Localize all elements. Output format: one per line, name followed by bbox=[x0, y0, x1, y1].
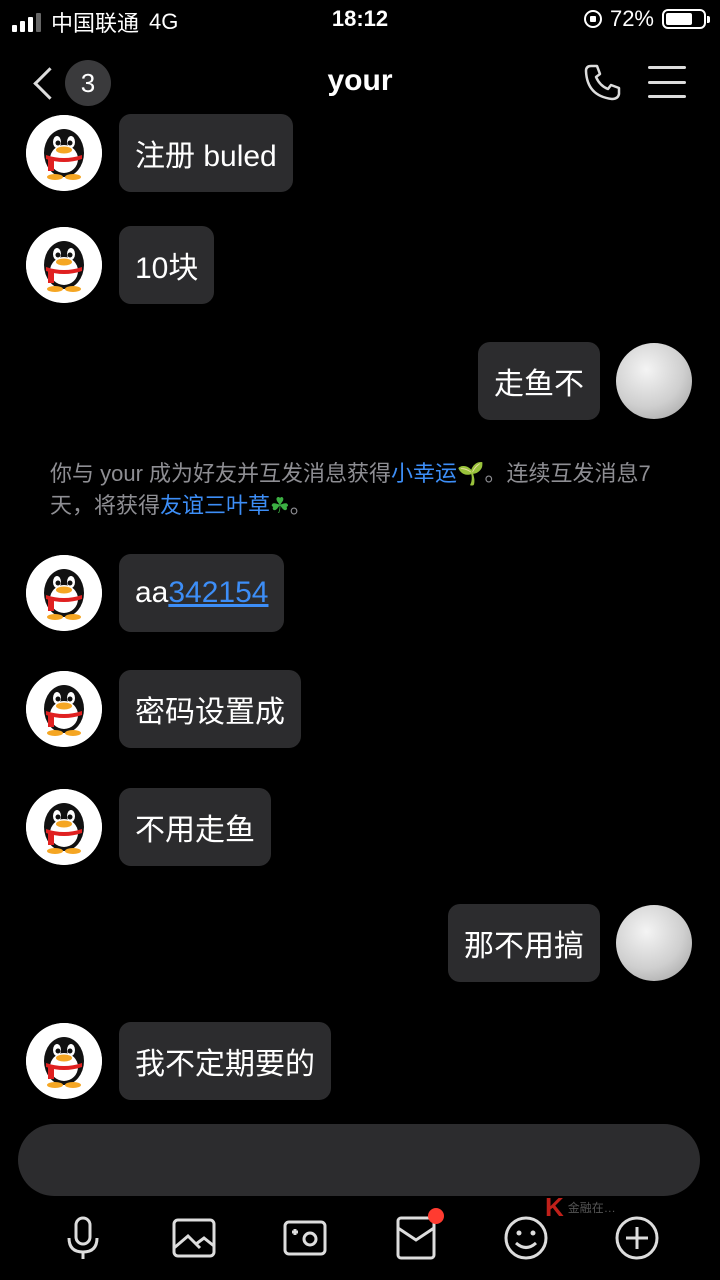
message-bubble[interactable]: 我不定期要的 bbox=[119, 1022, 331, 1100]
message-input[interactable] bbox=[18, 1124, 700, 1196]
message-row-self: 那不用搞 bbox=[448, 904, 692, 982]
message-text: aa bbox=[135, 576, 169, 609]
message-row: 不用走鱼 bbox=[26, 788, 271, 866]
camera-icon[interactable] bbox=[281, 1214, 329, 1262]
message-bubble-self[interactable]: 那不用搞 bbox=[448, 904, 600, 982]
notification-dot bbox=[428, 1208, 444, 1224]
message-row: 我不定期要的 bbox=[26, 1022, 331, 1100]
message-row: aa 342154 bbox=[26, 554, 285, 632]
friendship-notice: 你与 your 成为好友并互发消息获得小幸运🌱。连续互发消息7天，将获得友谊三叶… bbox=[50, 458, 680, 522]
message-row: 注册 buled bbox=[26, 114, 293, 192]
menu-icon[interactable] bbox=[648, 66, 686, 98]
notice-text: 你与 your 成为好友并互发消息获得 bbox=[50, 461, 392, 486]
sprout-icon: 🌱 bbox=[457, 461, 485, 486]
message-row-self: 走鱼不 bbox=[478, 342, 692, 420]
plus-icon[interactable] bbox=[613, 1214, 661, 1262]
avatar[interactable] bbox=[26, 227, 102, 303]
watermark-text: 金融在… bbox=[567, 1201, 616, 1215]
avatar[interactable] bbox=[26, 671, 102, 747]
avatar-self[interactable] bbox=[616, 905, 692, 981]
penguin-icon bbox=[26, 555, 102, 631]
avatar[interactable] bbox=[26, 1023, 102, 1099]
penguin-icon bbox=[26, 115, 102, 191]
rotation-lock-icon bbox=[583, 10, 602, 28]
message-bubble[interactable]: 密码设置成 bbox=[119, 670, 301, 748]
avatar-self[interactable] bbox=[616, 343, 692, 419]
image-icon[interactable] bbox=[170, 1214, 218, 1262]
status-bar: 中国联通 4G 18:12 72% bbox=[0, 0, 720, 40]
watermark: K 金融在… bbox=[545, 1192, 616, 1223]
notice-link-little-luck[interactable]: 小幸运 bbox=[391, 461, 457, 486]
avatar[interactable] bbox=[26, 115, 102, 191]
chat-header: 3 your bbox=[0, 48, 720, 118]
notice-text: 。 bbox=[289, 493, 312, 518]
phone-icon[interactable] bbox=[582, 62, 622, 102]
message-bubble[interactable]: 10块 bbox=[119, 226, 215, 304]
emoji-icon[interactable] bbox=[502, 1214, 550, 1262]
message-bubble[interactable]: aa 342154 bbox=[119, 554, 285, 632]
microphone-icon[interactable] bbox=[59, 1214, 107, 1262]
penguin-icon bbox=[26, 1023, 102, 1099]
avatar[interactable] bbox=[26, 789, 102, 865]
message-row: 密码设置成 bbox=[26, 670, 301, 748]
number-link[interactable]: 342154 bbox=[168, 576, 268, 610]
penguin-icon bbox=[26, 789, 102, 865]
clover-icon: ☘ bbox=[270, 493, 290, 518]
battery-percent: 72% bbox=[609, 6, 654, 31]
message-row: 10块 bbox=[26, 226, 215, 304]
notice-link-clover[interactable]: 友谊三叶草 bbox=[160, 493, 270, 518]
message-bubble-self[interactable]: 走鱼不 bbox=[478, 342, 600, 420]
watermark-logo: K bbox=[545, 1192, 564, 1222]
red-packet-icon[interactable] bbox=[392, 1208, 444, 1262]
penguin-icon bbox=[26, 671, 102, 747]
penguin-icon bbox=[26, 227, 102, 303]
battery-icon bbox=[662, 9, 710, 29]
message-bubble[interactable]: 注册 buled bbox=[119, 114, 293, 192]
message-bubble[interactable]: 不用走鱼 bbox=[119, 788, 271, 866]
avatar[interactable] bbox=[26, 555, 102, 631]
